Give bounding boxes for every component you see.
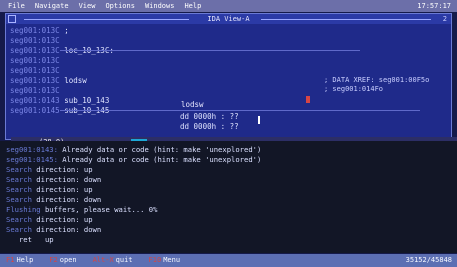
message-line: ret up bbox=[10, 235, 54, 244]
message-line: Search direction: down bbox=[6, 175, 102, 184]
separator-line bbox=[60, 110, 420, 111]
xref-line: ; seg001:014Fo bbox=[324, 85, 384, 93]
menu-help[interactable]: Help bbox=[184, 2, 201, 11]
fkey-menu[interactable]: F10 Menu bbox=[149, 256, 181, 265]
code-line[interactable]: seg001:013C ; bbox=[10, 26, 69, 35]
clock: 17:57:17 bbox=[417, 1, 451, 10]
xref-comments: ; DATA XREF: seg001:00F5o ; seg001:014Fo bbox=[324, 76, 429, 94]
message-line: seg001:0143: Already data or code (hint:… bbox=[6, 145, 262, 154]
breakpoint-marker bbox=[306, 96, 310, 103]
fkey-help[interactable]: F1 Help bbox=[6, 256, 33, 265]
message-line: Flushing buffers, please wait... 0% bbox=[6, 205, 158, 214]
fkey-quit[interactable]: Alt-X quit bbox=[93, 256, 133, 265]
menu-windows[interactable]: Windows bbox=[145, 2, 175, 11]
message-line: Search direction: up bbox=[6, 185, 93, 194]
code-line[interactable]: seg001:013C bbox=[10, 56, 64, 65]
message-line: Search direction: down bbox=[6, 225, 102, 234]
ida-view-window[interactable]: IDA View-A 2 seg001:013C ; seg001:013C s… bbox=[5, 13, 457, 147]
operand-line: dd 0000h : ?? bbox=[180, 122, 239, 131]
title-rule-right bbox=[261, 19, 431, 20]
code-listing[interactable]: seg001:013C ; seg001:013C seg001:013C lo… bbox=[10, 26, 448, 131]
memory-counter: 35152/45848 bbox=[405, 256, 452, 264]
message-line: seg001:0145: Already data or code (hint:… bbox=[6, 155, 262, 164]
code-line[interactable]: seg001:0143 sub_10_143 bbox=[10, 96, 109, 105]
code-line[interactable]: seg001:013C lodsw bbox=[10, 76, 87, 85]
code-line[interactable]: seg001:013C bbox=[10, 86, 64, 95]
message-line: Search direction: down bbox=[6, 195, 102, 204]
code-line[interactable]: seg001:013C bbox=[10, 36, 64, 45]
ida-title: IDA View-A bbox=[207, 15, 250, 23]
operand-line: dd 0000h : ?? bbox=[180, 112, 239, 121]
fkey-open[interactable]: F2 open bbox=[49, 256, 76, 265]
window-number: 2 bbox=[442, 15, 447, 23]
message-line: Search direction: up bbox=[6, 165, 93, 174]
xref-line: ; DATA XREF: seg001:00F5o bbox=[324, 76, 430, 84]
menu-options[interactable]: Options bbox=[105, 2, 135, 11]
menu-view[interactable]: View bbox=[79, 2, 96, 11]
menu-navigate[interactable]: Navigate bbox=[35, 2, 69, 11]
title-rule-left bbox=[24, 19, 189, 20]
message-line: Search direction: up bbox=[6, 215, 93, 224]
messages-panel[interactable]: seg001:0143: Already data or code (hint:… bbox=[0, 141, 457, 253]
ida-screen: File Navigate View Options Windows Help … bbox=[0, 0, 457, 267]
instruction-label[interactable]: lodsw bbox=[181, 100, 204, 109]
function-key-bar: F1 Help F2 open Alt-X quit F10 Menu 35152/45… bbox=[0, 254, 457, 267]
separator-line bbox=[60, 50, 360, 51]
window-close-box[interactable] bbox=[8, 15, 16, 23]
menu-file[interactable]: File bbox=[8, 2, 25, 11]
text-cursor bbox=[258, 116, 260, 124]
code-line[interactable]: seg001:013C bbox=[10, 66, 64, 75]
top-menu-bar: File Navigate View Options Windows Help … bbox=[0, 0, 457, 12]
ida-title-bar: IDA View-A 2 bbox=[6, 14, 451, 24]
